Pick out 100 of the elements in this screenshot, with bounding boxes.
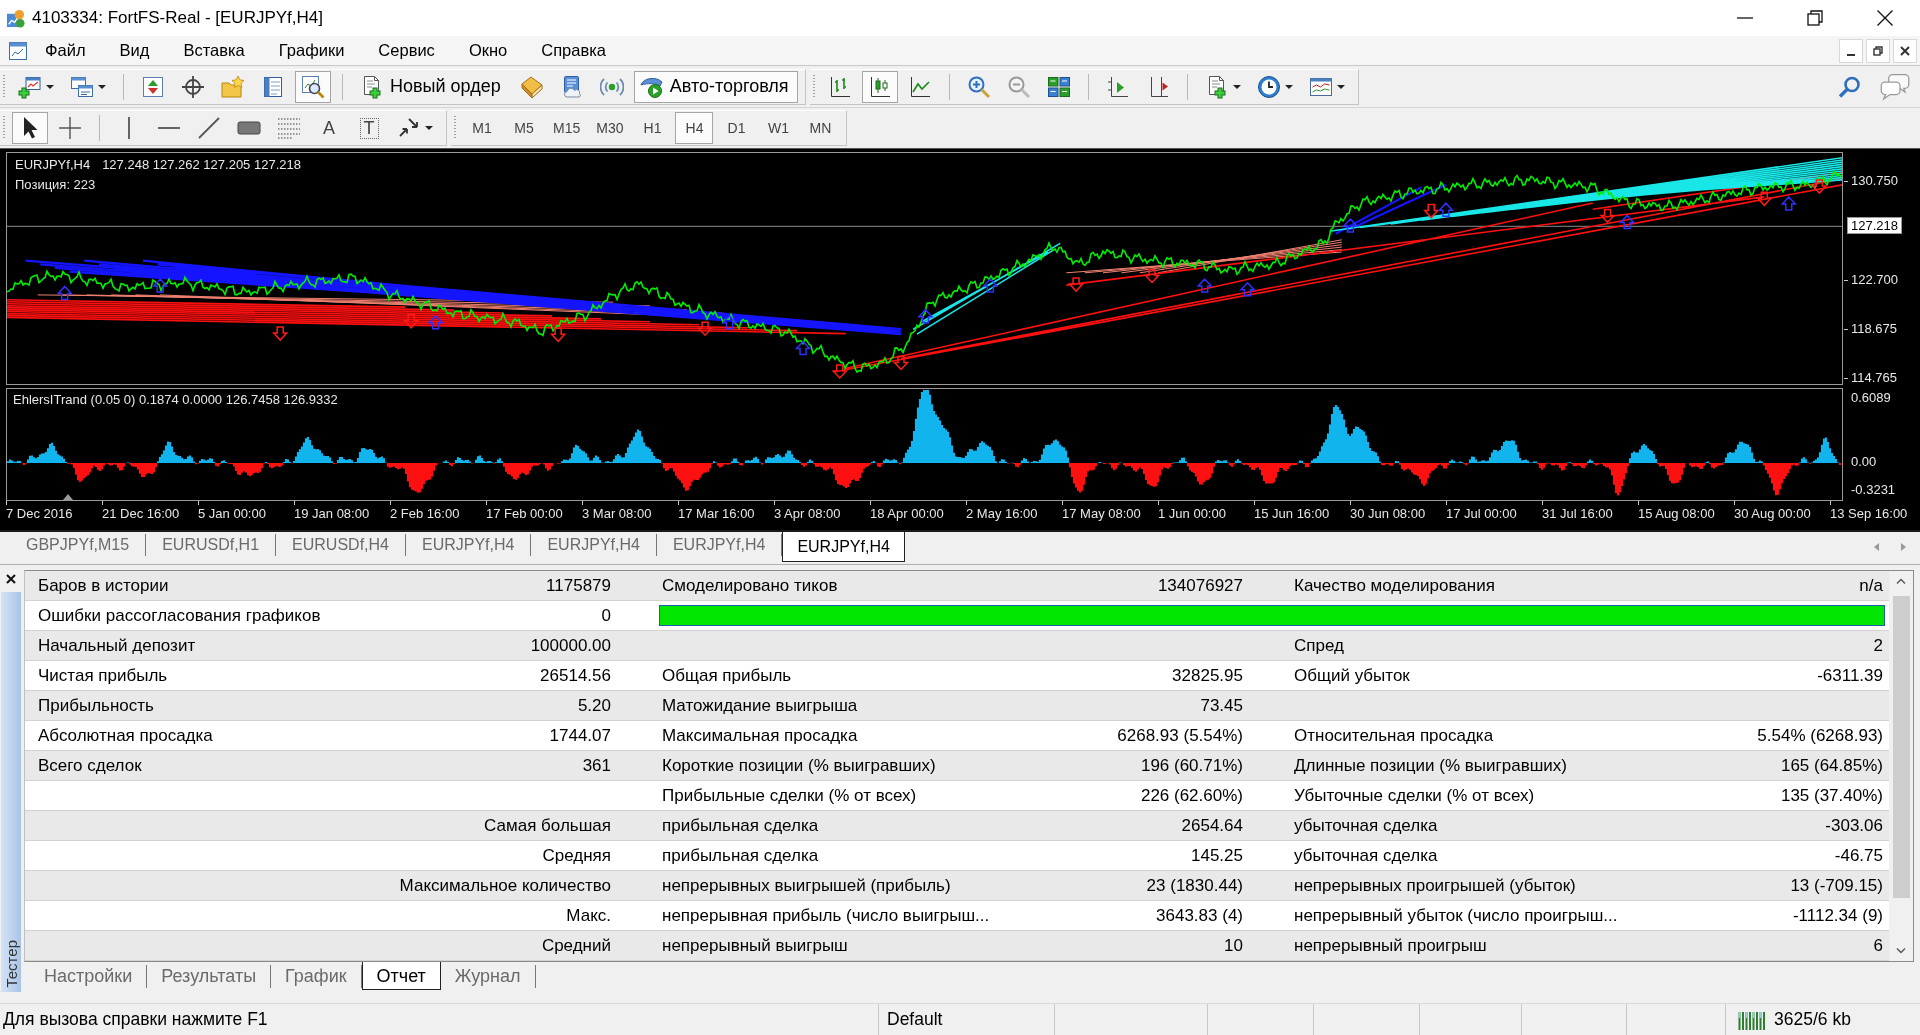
timeframe-button[interactable]: M15 [547,112,587,144]
timeframe-button[interactable]: M1 [463,112,501,144]
menu-item[interactable]: Файл [38,39,93,62]
report-caption: Средняя [542,845,611,866]
chart-tab[interactable]: GBPJPYf,M15 [10,534,147,556]
chart-tab[interactable]: EURJPYf,H4 [782,532,905,562]
tester-tab[interactable]: Журнал [440,965,536,988]
window-title: 4103334: FortFS-Real - [EURJPYf,H4] [32,8,323,28]
report-value: -303.06 [1825,815,1883,836]
report-value: 145.25 [1191,845,1243,866]
chart-tab[interactable]: EURUSDf,H4 [276,534,406,556]
report-label: Прибыльные сделки (% от всех) [662,785,917,806]
timeframe-button[interactable]: M5 [505,112,543,144]
report-value: 10 [1224,935,1243,956]
report-label: Ошибки рассогласования графиков [38,605,321,626]
tile-windows-icon [1046,74,1071,99]
report-label: непрерывных выигрышей (прибыль) [662,875,951,896]
report-value: 135 (37.40%) [1780,785,1883,806]
report-value: 5.20 [577,695,611,716]
report-value: 1175879 [546,575,611,596]
chart-tab[interactable]: EURUSDf,H1 [146,534,277,556]
scroll-down-icon[interactable] [1896,948,1906,954]
timeframe-button[interactable]: M30 [590,112,630,144]
zoom-in-icon [966,74,991,99]
new-order-button[interactable]: Новый ордер [354,70,510,103]
report-value: 2 [1873,635,1883,656]
auto-trading-button[interactable]: Авто-торговля [633,70,798,103]
report-label: Смоделировано тиков [662,575,838,596]
close-icon [1900,45,1910,56]
report-label: Общий убыток [1294,665,1410,686]
report-label: непрерывный проигрыш [1294,935,1487,956]
tester-tab[interactable]: График [271,965,362,988]
report-caption: Максимальное количество [399,875,611,896]
report-value: 3643.83 (4) [1156,905,1243,926]
report-value: 100000.00 [530,635,611,656]
menu-item[interactable]: Справка [534,39,613,62]
report-label: Общая прибыль [662,665,792,686]
fibonacci-icon [277,116,301,140]
report-caption: Средний [541,935,611,956]
report-value: 26514.56 [540,665,611,686]
report-label: Прибыльность [38,695,154,716]
minimize-icon [1847,53,1855,56]
report-value: 134076927 [1157,575,1243,596]
chart-tab[interactable]: EURJPYf,H4 [531,534,657,556]
menu-item[interactable]: Графики [271,39,352,62]
report-label: непрерывный убыток (число проигрыш... [1294,905,1618,926]
horizontal-line-icon [158,127,180,129]
close-button[interactable] [1893,38,1917,63]
restore-button[interactable] [1866,38,1890,63]
menu-item[interactable]: Окно [461,39,515,62]
chart-tab[interactable]: EURJPYf,H4 [405,534,532,556]
indicator-axis-label: 0.6089 [1850,390,1891,406]
windows-icon [70,74,94,99]
clock-icon [1256,74,1281,99]
tester-tab[interactable]: Отчет [361,962,441,990]
toolbar-button[interactable] [12,112,48,144]
chart-window-icon[interactable] [8,40,28,61]
toolbar-button[interactable] [295,70,331,103]
magnifier-chart-icon [301,74,325,99]
scroll-up-icon[interactable] [1896,578,1906,584]
crosshair-icon [181,74,205,99]
zoom-out-icon [1006,74,1031,99]
menu-item[interactable]: Сервис [371,39,442,62]
report-caption: Самая большая [484,815,611,836]
report-label: Абсолютная просадка [38,725,213,746]
tester-tab[interactable]: Результаты [147,965,272,988]
report-label: Максимальная просадка [662,725,858,746]
report-label: Матожидание выигрыша [662,695,858,716]
text-tool-button[interactable]: A [311,112,347,144]
tester-tab[interactable]: Настройки [30,965,148,988]
menu-item[interactable]: Вид [112,39,157,62]
report-label: убыточная сделка [1294,815,1438,836]
report-label: Чистая прибыль [38,665,168,686]
timeframe-button[interactable]: W1 [759,112,798,144]
report-value: 1744.07 [549,725,611,746]
report-value: 2654.64 [1181,815,1243,836]
text-label-tool-button[interactable]: T [351,112,387,144]
timeframe-button[interactable]: H1 [633,112,672,144]
panel-title: Тестер [2,940,20,990]
report-label: непрерывная прибыль (число выигрыш... [662,905,990,926]
folder-star-icon [221,74,245,99]
timeframe-button[interactable]: MN [801,112,840,144]
restore-icon[interactable] [1807,10,1823,26]
menu-item[interactable]: Вставка [176,39,252,62]
toolbar-button[interactable] [861,70,898,103]
vertical-line-icon [128,117,130,139]
trend-line-icon [197,116,221,140]
report-value: 361 [582,755,611,776]
timeframe-button[interactable]: D1 [717,112,756,144]
close-icon[interactable] [1877,10,1893,26]
timeframe-button[interactable]: H4 [675,112,714,144]
report-value: 6268.93 (5.54%) [1117,725,1243,746]
scrollbar-thumb[interactable] [1892,596,1910,898]
report-label: Всего сделок [38,755,142,776]
chat-icon[interactable] [1880,71,1910,102]
search-icon[interactable] [1838,74,1862,99]
close-icon[interactable] [6,574,16,584]
minimize-button[interactable] [1839,38,1863,63]
panel-icon [261,74,285,99]
report-label: Убыточные сделки (% от всех) [1294,785,1535,806]
